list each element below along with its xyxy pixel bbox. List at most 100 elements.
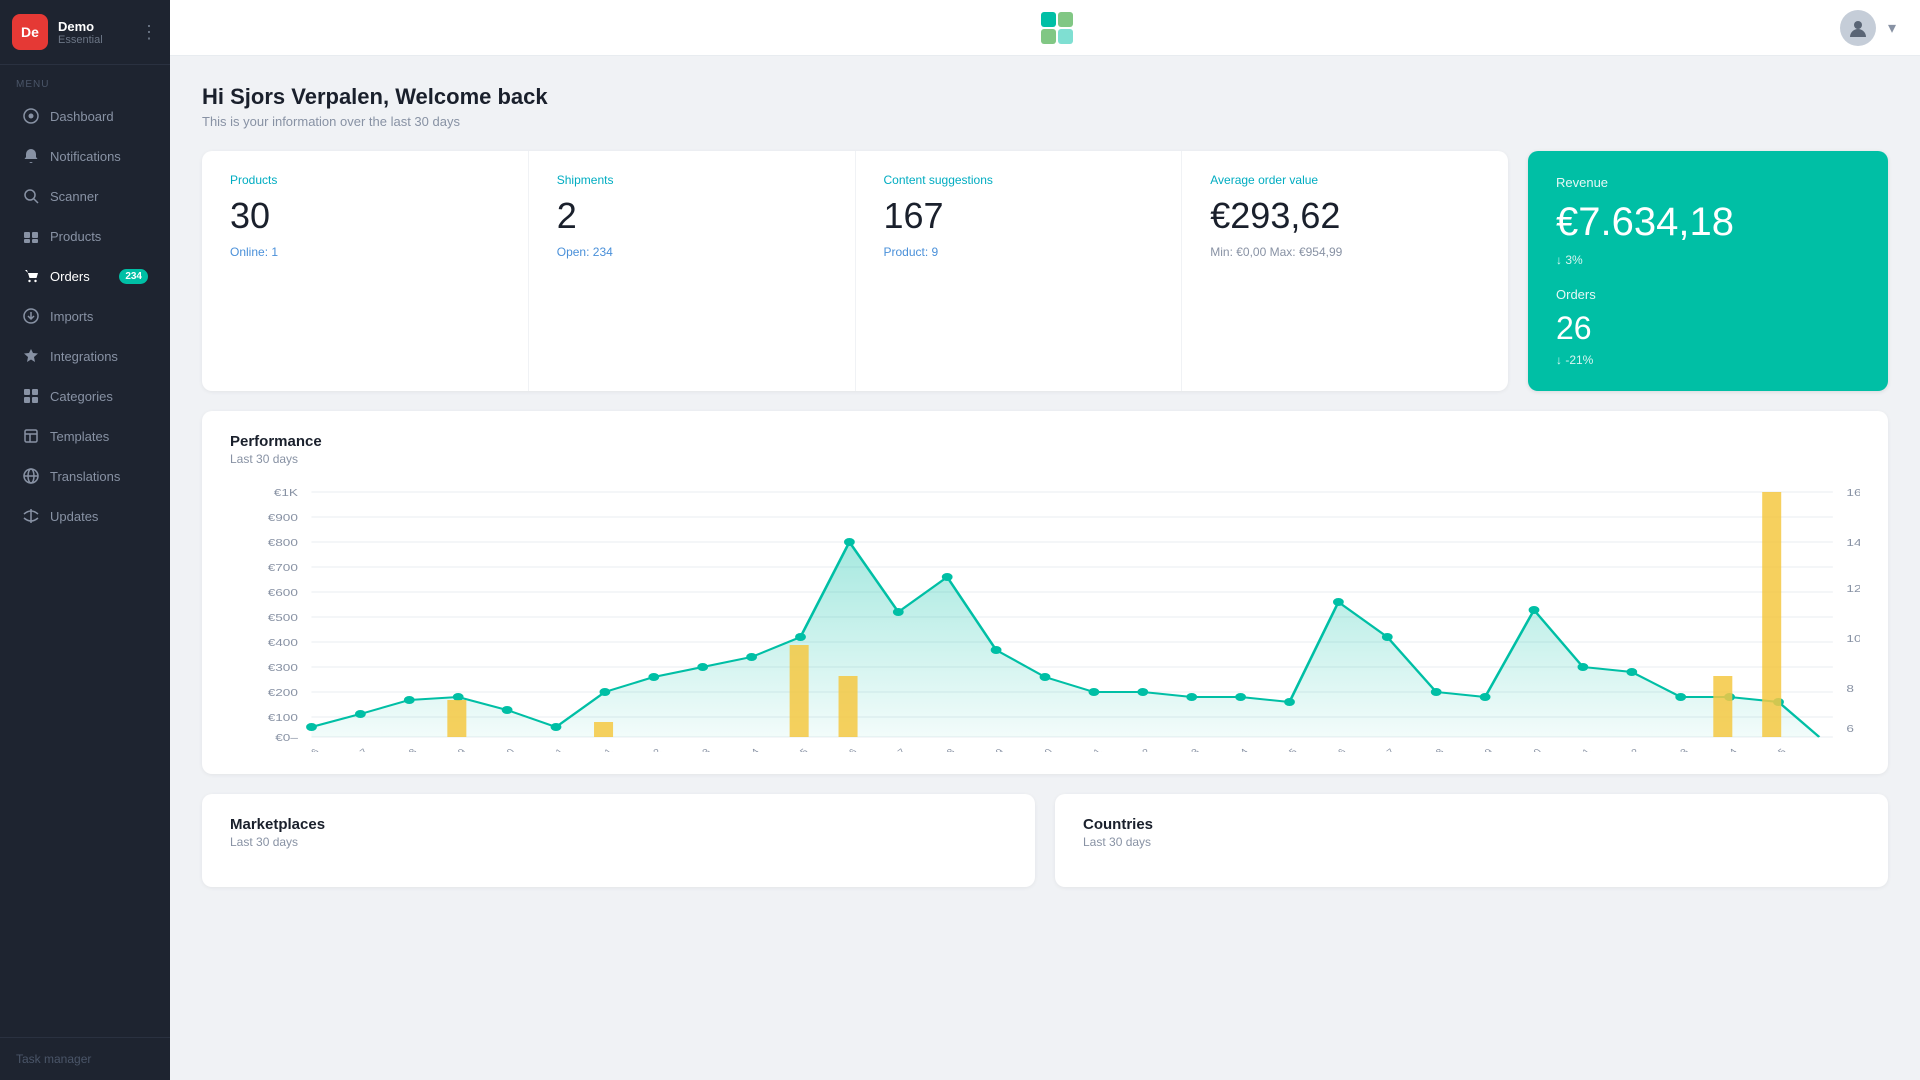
marketplaces-title: Marketplaces xyxy=(230,816,1007,833)
svg-text:2022-04-10: 2022-04-10 xyxy=(1007,747,1055,752)
topbar-right: ▾ xyxy=(1840,10,1896,46)
countries-card: Countries Last 30 days xyxy=(1055,794,1888,887)
marketplaces-card: Marketplaces Last 30 days xyxy=(202,794,1035,887)
svg-text:2022-04-11: 2022-04-11 xyxy=(1057,747,1105,752)
svg-text:2022-04-12: 2022-04-12 xyxy=(1105,747,1153,752)
content-suggestions-value: 167 xyxy=(884,195,1154,237)
welcome-subtitle: This is your information over the last 3… xyxy=(202,114,1888,129)
svg-text:2022-03-28: 2022-03-28 xyxy=(372,747,420,752)
user-dropdown-icon[interactable]: ▾ xyxy=(1888,18,1896,38)
svg-text:2022-04-17: 2022-04-17 xyxy=(1350,747,1398,752)
task-manager[interactable]: Task manager xyxy=(0,1037,170,1080)
dashboard-label: Dashboard xyxy=(50,109,148,124)
sidebar-item-products[interactable]: Products xyxy=(6,217,164,255)
orders-icon xyxy=(22,267,40,285)
countries-title: Countries xyxy=(1083,816,1860,833)
avg-order-value: €293,62 xyxy=(1210,195,1480,237)
revenue-card: Revenue €7.634,18 ↓ 3% Orders 26 ↓ -21% xyxy=(1528,151,1888,391)
products-icon xyxy=(22,227,40,245)
svg-text:2022-04-03: 2022-04-03 xyxy=(665,747,713,752)
content-suggestions-label: Content suggestions xyxy=(884,173,1154,187)
avg-order-stat: Average order value €293,62 Min: €0,00 M… xyxy=(1182,151,1508,391)
logo xyxy=(1039,10,1075,46)
countries-subtitle: Last 30 days xyxy=(1083,835,1860,849)
sidebar-item-dashboard[interactable]: Dashboard xyxy=(6,97,164,135)
svg-text:2022-04-24: 2022-04-24 xyxy=(1692,747,1741,752)
templates-icon xyxy=(22,427,40,445)
products-stat-sub: Online: 1 xyxy=(230,245,500,259)
bottom-row: Marketplaces Last 30 days Countries Last… xyxy=(202,794,1888,887)
shipments-stat-label: Shipments xyxy=(557,173,827,187)
svg-text:2022-04-14: 2022-04-14 xyxy=(1203,747,1252,752)
translations-label: Translations xyxy=(50,469,148,484)
svg-text:2022-04-20: 2022-04-20 xyxy=(1496,747,1544,752)
user-name: Demo xyxy=(58,19,140,34)
topbar: ▾ xyxy=(170,0,1920,56)
svg-text:€100: €100 xyxy=(268,712,299,724)
notifications-label: Notifications xyxy=(50,149,148,164)
sidebar-header: De Demo Essential ⋮ xyxy=(0,0,170,65)
top-section: Products 30 Online: 1 Shipments 2 Open: … xyxy=(202,151,1888,391)
products-stat-label: Products xyxy=(230,173,500,187)
categories-label: Categories xyxy=(50,389,148,404)
marketplaces-subtitle: Last 30 days xyxy=(230,835,1007,849)
products-stat-value: 30 xyxy=(230,195,500,237)
svg-text:2022-04-19: 2022-04-19 xyxy=(1448,747,1496,752)
svg-text:2022-04-23: 2022-04-23 xyxy=(1643,747,1691,752)
svg-text:€400: €400 xyxy=(268,637,299,649)
svg-text:€600: €600 xyxy=(268,587,299,599)
svg-text:2022-03-30: 2022-03-30 xyxy=(470,747,518,752)
revenue-orders-change: ↓ -21% xyxy=(1556,353,1860,367)
sidebar-item-integrations[interactable]: Integrations xyxy=(6,337,164,375)
svg-text:2022-04-08: 2022-04-08 xyxy=(910,747,958,752)
svg-text:2022-04-04: 2022-04-04 xyxy=(714,747,763,752)
sidebar-item-imports[interactable]: Imports xyxy=(6,297,164,335)
shipments-stat-sub: Open: 234 xyxy=(557,245,827,259)
revenue-value: €7.634,18 xyxy=(1556,200,1860,245)
avg-order-sub: Min: €0,00 Max: €954,99 xyxy=(1210,245,1480,259)
sidebar-more-icon[interactable]: ⋮ xyxy=(140,22,158,43)
svg-text:€800: €800 xyxy=(268,537,299,549)
integrations-icon xyxy=(22,347,40,365)
sidebar-item-updates[interactable]: Updates xyxy=(6,497,164,535)
svg-text:2022-04-22: 2022-04-22 xyxy=(1594,747,1642,752)
svg-text:€1K: €1K xyxy=(274,487,298,499)
sidebar-item-notifications[interactable]: Notifications xyxy=(6,137,164,175)
sidebar: De Demo Essential ⋮ Menu Dashboard Notif… xyxy=(0,0,170,1080)
translations-icon xyxy=(22,467,40,485)
content-area: Hi Sjors Verpalen, Welcome back This is … xyxy=(170,56,1920,1080)
updates-label: Updates xyxy=(50,509,148,524)
svg-text:2022-04-01: 2022-04-01 xyxy=(567,747,615,752)
welcome-title: Hi Sjors Verpalen, Welcome back xyxy=(202,84,1888,110)
sidebar-item-translations[interactable]: Translations xyxy=(6,457,164,495)
avg-order-label: Average order value xyxy=(1210,173,1480,187)
svg-text:2022-04-05: 2022-04-05 xyxy=(763,747,811,752)
svg-text:2022-03-29: 2022-03-29 xyxy=(421,747,469,752)
svg-text:14: 14 xyxy=(1846,537,1860,549)
user-avatar: De xyxy=(12,14,48,50)
sidebar-item-scanner[interactable]: Scanner xyxy=(6,177,164,215)
orders-badge: 234 xyxy=(119,269,148,284)
svg-text:2022-04-18: 2022-04-18 xyxy=(1399,747,1447,752)
user-avatar-topbar[interactable] xyxy=(1840,10,1876,46)
notifications-icon xyxy=(22,147,40,165)
svg-text:2022-03-27: 2022-03-27 xyxy=(323,747,371,752)
shipments-stat: Shipments 2 Open: 234 xyxy=(529,151,856,391)
svg-text:2022-04-21: 2022-04-21 xyxy=(1545,747,1593,752)
svg-text:8: 8 xyxy=(1846,683,1854,695)
user-info: Demo Essential xyxy=(58,19,140,46)
performance-chart: €1K €900 €800 €700 €600 €500 €400 €300 €… xyxy=(230,482,1860,752)
sidebar-item-categories[interactable]: Categories xyxy=(6,377,164,415)
orders-label: Orders xyxy=(50,269,119,284)
svg-text:€300: €300 xyxy=(268,662,299,674)
revenue-change: ↓ 3% xyxy=(1556,253,1860,267)
stats-grid: Products 30 Online: 1 Shipments 2 Open: … xyxy=(202,151,1508,391)
content-suggestions-stat: Content suggestions 167 Product: 9 xyxy=(856,151,1183,391)
svg-text:2022-04-09: 2022-04-09 xyxy=(959,747,1007,752)
shipments-stat-value: 2 xyxy=(557,195,827,237)
performance-title: Performance xyxy=(230,433,1860,450)
templates-label: Templates xyxy=(50,429,148,444)
svg-text:2022-03-31: 2022-03-31 xyxy=(518,747,566,752)
sidebar-item-templates[interactable]: Templates xyxy=(6,417,164,455)
sidebar-item-orders[interactable]: Orders 234 xyxy=(6,257,164,295)
